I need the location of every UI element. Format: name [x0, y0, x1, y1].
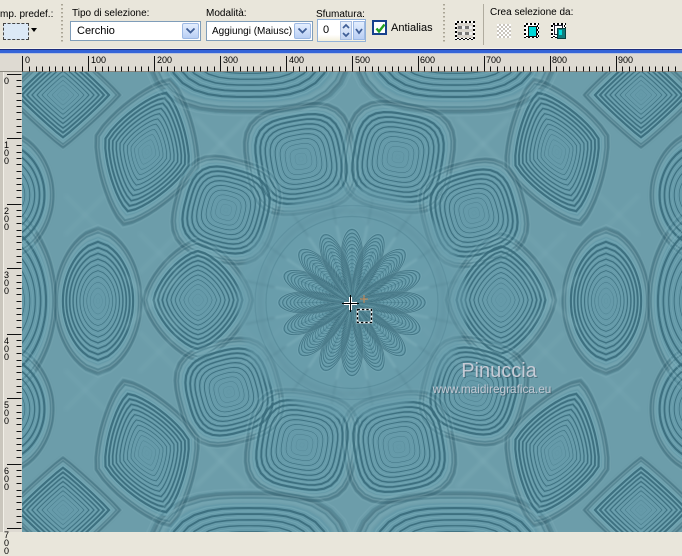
svg-text:Pinuccia: Pinuccia	[461, 360, 537, 382]
svg-text:www.maidiregrafica.eu: www.maidiregrafica.eu	[432, 382, 552, 396]
